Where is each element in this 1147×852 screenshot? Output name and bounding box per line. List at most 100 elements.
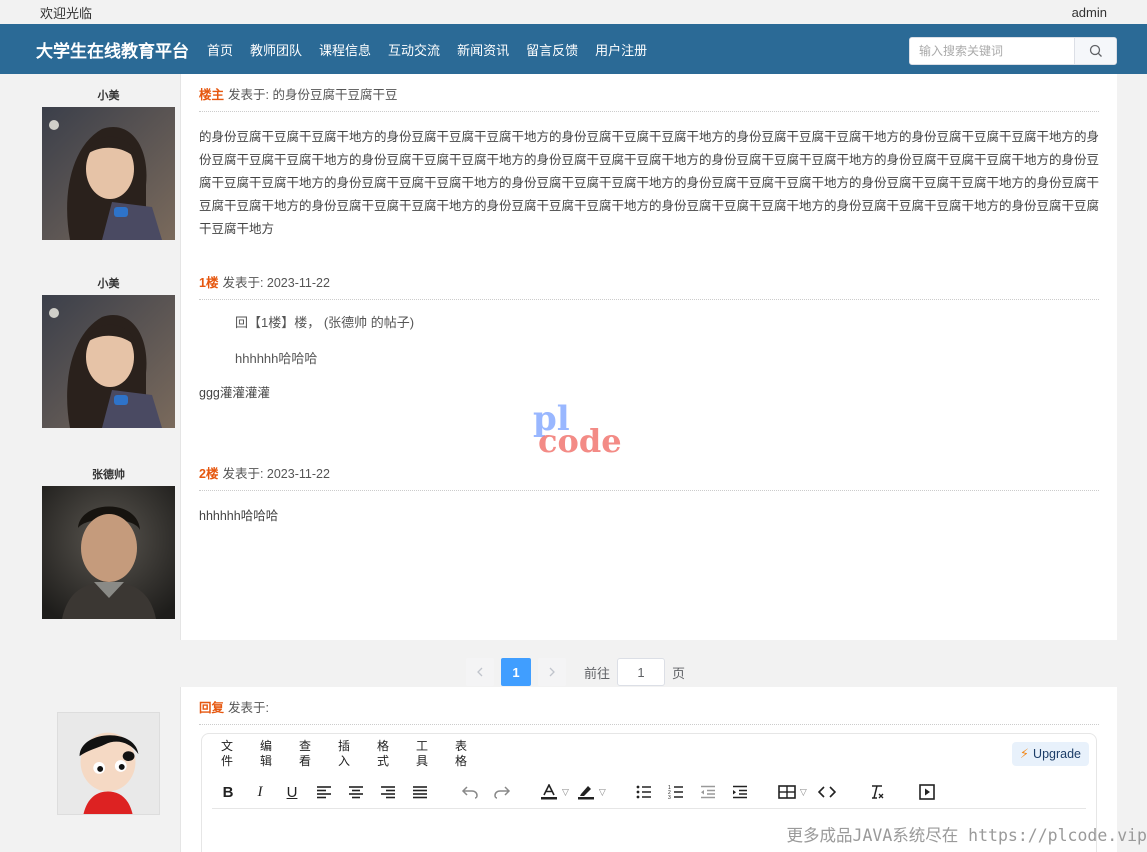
page-number-current[interactable]: 1 [501,658,531,686]
undo-button[interactable] [458,780,482,804]
align-right-icon [381,786,395,799]
post: 楼主 发表于: 的身份豆腐干豆腐干豆 的身份豆腐干豆腐干豆腐干地方的身份豆腐干豆腐… [199,84,1099,241]
align-justify-button[interactable] [408,780,432,804]
italic-button[interactable]: I [248,780,272,804]
quote-reference: 回【1楼】楼， (张德帅 的帖子) [235,315,415,330]
goto-page-input[interactable]: 1 [617,658,666,686]
floor-label: 2楼 [199,467,219,481]
plcode-watermark: pl code [533,402,633,460]
post-author: 小美 [42,85,175,243]
reply-header: 回复 发表于: [199,697,1099,725]
align-justify-icon [413,786,427,799]
svg-text:3: 3 [668,795,671,799]
goto-prefix: 前往 [584,665,611,681]
author-name: 小美 [97,90,120,102]
menu-format[interactable]: 格式 [376,739,415,769]
menu-view[interactable]: 查看 [298,739,337,769]
quoted-reply: 回【1楼】楼， (张德帅 的帖子) hhhhhh哈哈哈 [199,314,1099,368]
nav-link-feedback[interactable]: 留言反馈 [526,40,578,59]
redo-button[interactable] [490,780,514,804]
next-page-button[interactable] [538,658,566,686]
post-body: hhhhhh哈哈哈 [199,509,279,523]
chevron-right-icon [549,667,555,677]
code-button[interactable] [815,780,839,804]
clear-format-button[interactable] [865,780,889,804]
table-button[interactable]: ▽ [778,780,807,804]
post-body: ggg灌灌灌灌 [199,386,270,400]
post: 1楼 发表于: 2023-11-22 回【1楼】楼， (张德帅 的帖子) hhhh… [199,272,1099,405]
menu-label: 查看 [298,739,311,768]
nav-link-teachers[interactable]: 教师团队 [250,40,302,59]
current-user[interactable]: admin [1072,5,1107,20]
main-nav: 大学生在线教育平台 首页 教师团队 课程信息 互动交流 新闻资讯 留言反馈 用户… [0,24,1147,74]
text-color-icon [541,784,557,800]
reply-meta: 发表于: [228,701,269,715]
upgrade-label: Upgrade [1033,747,1081,761]
code-icon [817,786,836,798]
align-center-button[interactable] [344,780,368,804]
watermark-line-2: code [538,422,622,460]
reply-label: 回复 [199,701,225,715]
menu-label: 文件 [220,739,233,768]
reply-user-avatar[interactable] [57,712,160,815]
search-box [909,37,1117,65]
align-right-button[interactable] [376,780,400,804]
clear-format-icon [871,785,884,799]
thread-posts: 小美 楼主 发表于: 的身份豆腐干豆腐干豆 的身份豆腐干豆腐干豆腐干地方的身份豆腐… [37,74,1117,640]
author-name: 小美 [97,278,120,290]
menu-label: 插入 [337,739,350,768]
author-avatar[interactable] [42,295,175,428]
nav-link-news[interactable]: 新闻资讯 [457,40,509,59]
media-icon [918,784,935,800]
chevron-left-icon [477,667,483,677]
author-name: 张德帅 [92,469,125,481]
nav-link-courses[interactable]: 课程信息 [319,40,371,59]
post-header: 1楼 发表于: 2023-11-22 [199,272,1099,300]
undo-icon [461,786,478,799]
redo-icon [494,786,511,799]
menu-tools[interactable]: 工具 [415,739,454,769]
upgrade-button[interactable]: ⚡ Upgrade [1011,742,1089,766]
indent-icon [732,785,747,799]
outdent-icon [700,785,715,799]
bullet-list-button[interactable] [632,780,656,804]
post-meta: 发表于: 的身份豆腐干豆腐干豆 [228,88,398,102]
site-brand[interactable]: 大学生在线教育平台 [36,37,189,62]
nav-link-forum[interactable]: 互动交流 [388,40,440,59]
align-left-button[interactable] [312,780,336,804]
post-header: 楼主 发表于: 的身份豆腐干豆腐干豆 [199,84,1099,112]
outdent-button[interactable] [696,780,720,804]
numbered-list-button[interactable]: 123 [664,780,688,804]
post-meta: 发表于: 2023-11-22 [222,467,330,481]
highlight-color-button[interactable]: ▽ [577,780,606,804]
search-icon [1089,44,1102,57]
editor-toolbar: B I U ▽ ▽ 1 2 3 ▽ [216,780,947,804]
bold-button[interactable]: B [216,780,240,804]
menu-file[interactable]: 文件 [220,739,259,769]
chevron-down-icon: ▽ [799,786,807,797]
media-button[interactable] [915,780,939,804]
numbered-list-icon: 123 [668,785,683,799]
bullet-list-icon [636,785,651,799]
goto-suffix: 页 [672,665,686,681]
menu-insert[interactable]: 插入 [337,739,376,769]
author-avatar[interactable] [42,486,175,619]
top-bar: 欢迎光临 admin [0,0,1147,24]
pagination: 1 前往 1 页 [466,658,685,686]
menu-label: 工具 [415,739,428,768]
nav-links: 首页 教师团队 课程信息 互动交流 新闻资讯 留言反馈 用户注册 [207,40,664,59]
menu-edit[interactable]: 编辑 [259,739,298,769]
menu-table[interactable]: 表格 [454,739,493,769]
nav-link-register[interactable]: 用户注册 [595,40,647,59]
underline-button[interactable]: U [280,780,304,804]
search-input[interactable] [910,38,1074,64]
text-color-button[interactable]: ▽ [540,780,569,804]
author-avatar[interactable] [42,107,175,240]
prev-page-button[interactable] [466,658,494,686]
nav-link-home[interactable]: 首页 [207,40,233,59]
post: 2楼 发表于: 2023-11-22 hhhhhh哈哈哈 [199,463,1099,528]
indent-button[interactable] [728,780,752,804]
search-button[interactable] [1074,38,1116,64]
floor-label: 楼主 [199,88,225,102]
highlight-color-icon [577,786,594,800]
